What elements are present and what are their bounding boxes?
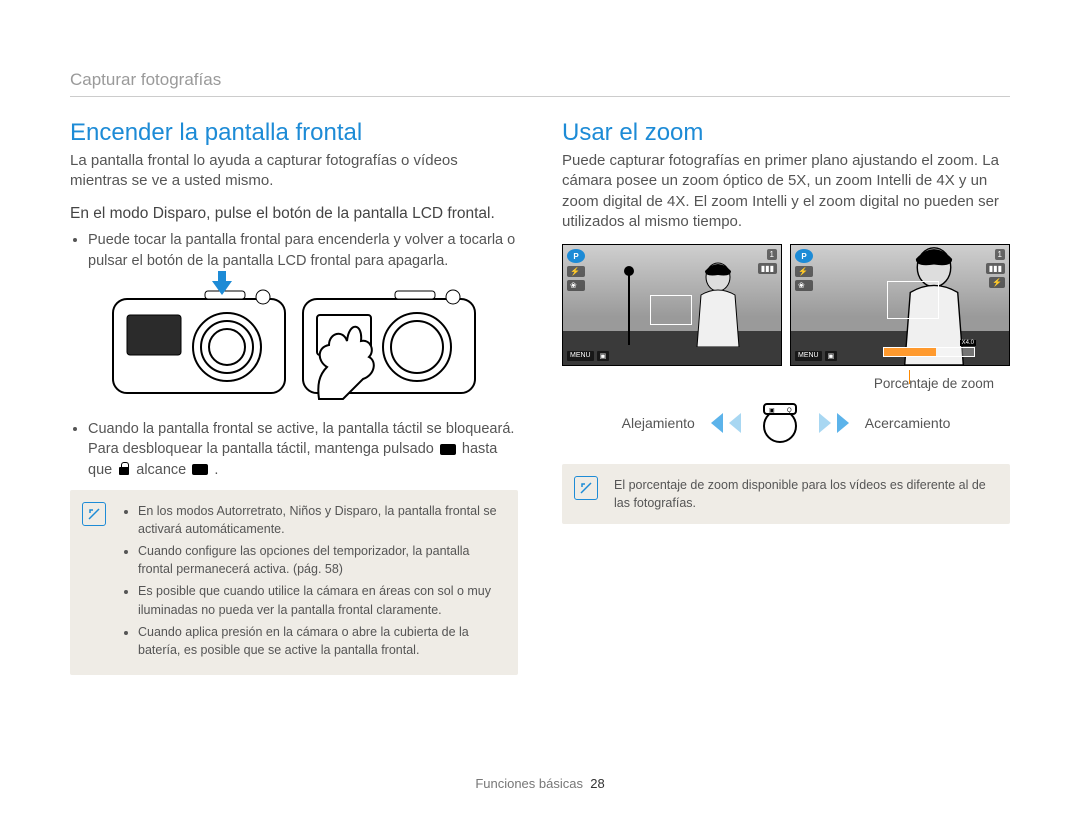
note-item-3: Es posible que cuando utilice la cámara …: [138, 582, 504, 618]
menu-label: MENU: [795, 351, 822, 361]
hud-macro-icon: ❀: [567, 280, 585, 291]
note-icon: [574, 476, 598, 500]
lock-icon: [118, 464, 130, 476]
touch-hold-icon: [440, 444, 456, 455]
two-column-layout: Encender la pantalla frontal La pantalla…: [70, 119, 1010, 675]
svg-text:▣: ▣: [769, 408, 775, 414]
bullet-list-lock: Cuando la pantalla frontal se active, la…: [70, 419, 518, 480]
hud-count: 1: [995, 249, 1005, 260]
note-box-front: En los modos Autorretrato, Niños y Dispa…: [70, 490, 518, 675]
camera-illustration-1: [109, 281, 289, 401]
hud-menu: MENU ▣: [567, 351, 609, 361]
screen-zoom-wide: P ⚡ ❀ 1 ▮▮▮ MENU ▣: [562, 244, 782, 366]
menu-label: MENU: [567, 351, 594, 361]
touch-target-icon: [192, 464, 208, 475]
mode-p-badge: P: [795, 249, 813, 263]
bullet-list-front: Puede tocar la pantalla frontal para enc…: [70, 230, 518, 271]
zoom-out-arrows-icon: [709, 411, 743, 435]
lead-zoom: Puede capturar fotografías en primer pla…: [562, 151, 1010, 232]
hud-gallery-icon: ▣: [597, 351, 610, 361]
zoom-controls-row: Alejamiento ▣ Q Acerca: [562, 400, 1010, 446]
zoom-tag: X4.0: [960, 340, 976, 346]
af-frame: [650, 295, 692, 325]
zoom-bar: X4.0: [883, 347, 975, 357]
bullet-front-1: Puede tocar la pantalla frontal para enc…: [88, 230, 518, 271]
lead-front-display: La pantalla frontal lo ayuda a capturar …: [70, 151, 518, 192]
footer-page-number: 28: [590, 776, 604, 791]
hud-left: P ⚡ ❀: [567, 249, 585, 291]
section-title-zoom: Usar el zoom: [562, 119, 1010, 147]
zoom-in-label: Acercamiento: [865, 415, 951, 431]
text-lock-c: alcance: [136, 462, 190, 478]
column-left: Encender la pantalla frontal La pantalla…: [70, 119, 518, 675]
hud-gallery-icon: ▣: [825, 351, 838, 361]
arrow-down-icon: [212, 271, 232, 295]
hud-battery-icon: ▮▮▮: [758, 263, 777, 274]
camera-illustration-2-touch: [299, 281, 479, 401]
zoom-callout: Porcentaje de zoom: [562, 370, 1010, 392]
hud-left: P ⚡ ❀: [795, 249, 813, 291]
section-title-front-display: Encender la pantalla frontal: [70, 119, 518, 147]
footer-section: Funciones básicas: [475, 776, 583, 791]
hud-macro-icon: ❀: [795, 280, 813, 291]
hud-flash-icon: ⚡: [795, 266, 813, 277]
lamp-post-icon: [623, 265, 635, 345]
page-footer: Funciones básicas 28: [0, 776, 1080, 791]
hud-right: 1 ▮▮▮: [758, 249, 777, 274]
zoom-dial-icon: ▣ Q: [757, 400, 803, 446]
text-lock-d: .: [214, 462, 218, 478]
note-item-1: En los modos Autorretrato, Niños y Dispa…: [138, 502, 504, 538]
note-item-4: Cuando aplica presión en la cámara o abr…: [138, 623, 504, 659]
zoom-percent-label: Porcentaje de zoom: [874, 376, 994, 391]
instruction-front-display: En el modo Disparo, pulse el botón de la…: [70, 204, 518, 225]
person-figure: [685, 261, 751, 347]
manual-page: Capturar fotografías Encender la pantall…: [0, 0, 1080, 815]
hud-flash-small-icon: ⚡: [989, 277, 1005, 288]
hud-flash-icon: ⚡: [567, 266, 585, 277]
column-right: Usar el zoom Puede capturar fotografías …: [562, 119, 1010, 675]
note-icon: [82, 502, 106, 526]
hud-right: 1 ▮▮▮ ⚡: [986, 249, 1005, 288]
zoom-screenshots: P ⚡ ❀ 1 ▮▮▮ MENU ▣: [562, 244, 1010, 366]
note-box-zoom: El porcentaje de zoom disponible para lo…: [562, 464, 1010, 524]
hud-battery-icon: ▮▮▮: [986, 263, 1005, 274]
bullet-lock: Cuando la pantalla frontal se active, la…: [88, 419, 518, 480]
af-frame: [887, 281, 939, 319]
zoom-in-arrows-icon: [817, 411, 851, 435]
note-zoom-text: El porcentaje de zoom disponible para lo…: [614, 476, 996, 512]
hud-menu: MENU ▣: [795, 351, 837, 361]
mode-p-badge: P: [567, 249, 585, 263]
svg-text:Q: Q: [787, 408, 792, 414]
zoom-out-label: Alejamiento: [622, 415, 695, 431]
camera-illustration-row: [70, 281, 518, 401]
screen-zoom-tele: P ⚡ ❀ 1 ▮▮▮ ⚡ MENU ▣ X4.0: [790, 244, 1010, 366]
breadcrumb: Capturar fotografías: [70, 70, 1010, 97]
hud-count: 1: [767, 249, 777, 260]
note-item-2: Cuando configure las opciones del tempor…: [138, 542, 504, 578]
